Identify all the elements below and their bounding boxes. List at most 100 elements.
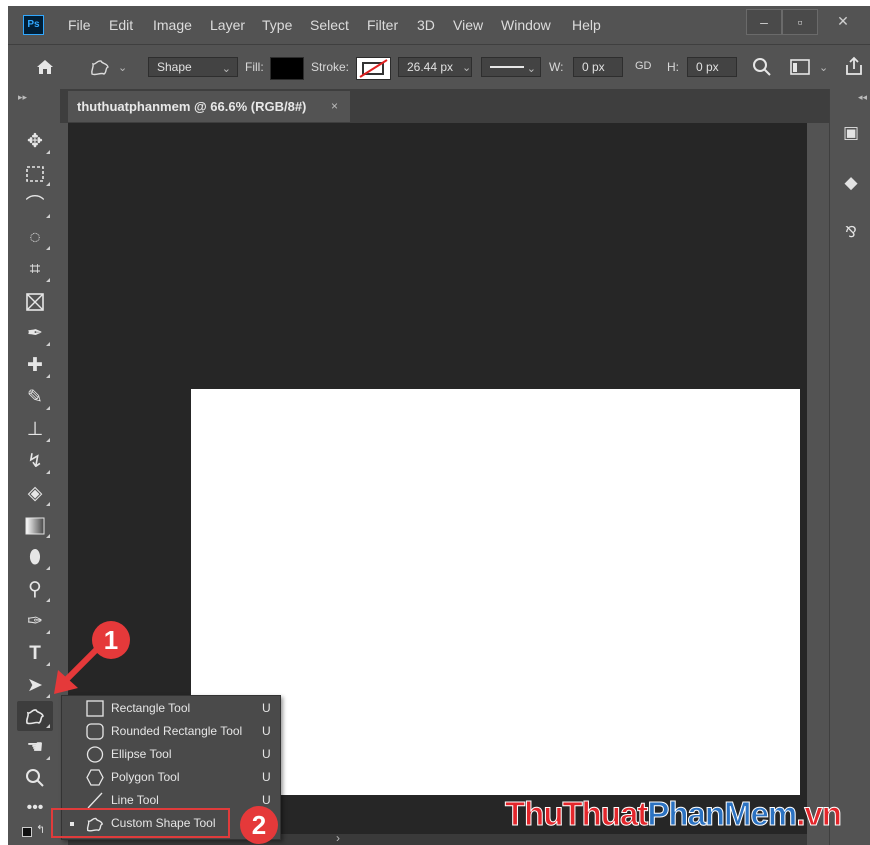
flyout-item-ellipse[interactable]: Ellipse Tool U [62, 743, 280, 766]
eraser-icon: ◈ [27, 483, 43, 504]
callout-badge-2: 2 [240, 806, 278, 844]
history-brush-tool[interactable]: ↯ [17, 447, 53, 477]
mode-select[interactable]: Shape ⌄ [148, 57, 238, 77]
watermark-part-1: Thu [504, 795, 564, 833]
dodge-tool[interactable]: ⚲ [17, 575, 53, 605]
flyout-item-rectangle[interactable]: Rectangle Tool U [62, 697, 280, 720]
workspace-icon[interactable] [790, 58, 810, 76]
blur-tool[interactable]: ⬮ [17, 543, 53, 573]
flyout-item-polygon[interactable]: Polygon Tool U [62, 766, 280, 789]
hand-icon: ☚ [26, 737, 44, 758]
layers-icon[interactable]: ◆ [840, 172, 862, 194]
lasso-tool[interactable]: ⌒ [17, 191, 53, 221]
swap-colors-icon[interactable]: ↰ [36, 823, 45, 836]
watermark-part-4: .vn [796, 795, 843, 833]
type-tool[interactable]: T [17, 639, 53, 669]
callout-badge-1: 1 [92, 621, 130, 659]
brush-tool[interactable]: ✎ [17, 383, 53, 413]
drop-icon: ⬮ [29, 547, 41, 568]
chevron-down-icon: ⌄ [221, 63, 231, 75]
link-icon[interactable]: GD [635, 60, 652, 72]
zoom-tool[interactable] [17, 763, 53, 793]
document-tab-title: thuthuatphanmem @ 66.6% (RGB/8#) [77, 99, 307, 114]
hand-tool[interactable]: ☚ [17, 733, 53, 763]
collapse-arrows-icon[interactable]: ◂◂ [858, 92, 867, 103]
crop-tool[interactable]: ⌗ [17, 255, 53, 285]
pen-tool[interactable]: ✑ [17, 607, 53, 637]
search-icon[interactable] [752, 57, 772, 77]
frame-tool[interactable] [17, 287, 53, 317]
share-icon[interactable] [844, 56, 864, 76]
marquee-icon [26, 166, 44, 182]
expand-arrows-icon[interactable]: ▸▸ [18, 92, 27, 103]
menu-type[interactable]: Type [262, 17, 292, 33]
menu-help[interactable]: Help [572, 17, 601, 33]
restore-button[interactable]: ▫ [782, 9, 818, 35]
default-colors-icon[interactable] [22, 827, 32, 837]
rounded-rectangle-icon [86, 723, 104, 740]
scroll-right-icon[interactable]: › [336, 831, 340, 845]
photoshop-logo: Ps [23, 15, 44, 35]
solid-line-icon [490, 66, 524, 68]
bandage-icon: ✚ [27, 355, 43, 376]
eraser-tool[interactable]: ◈ [17, 479, 53, 509]
custom-shape-preset-icon[interactable] [88, 56, 112, 78]
eyedropper-tool[interactable]: ✒ [17, 319, 53, 349]
pen-icon: ✑ [27, 611, 43, 632]
healing-brush-tool[interactable]: ✚ [17, 351, 53, 381]
gradient-icon [25, 517, 45, 535]
menu-3d[interactable]: 3D [417, 17, 435, 33]
brush-icon: ✎ [27, 387, 43, 408]
history-brush-icon: ↯ [27, 451, 43, 472]
path-selection-tool[interactable]: ➤ [17, 671, 53, 701]
marquee-tool[interactable] [17, 159, 53, 189]
chevron-down-icon[interactable]: ⌄ [118, 61, 127, 74]
zoom-icon [26, 769, 44, 787]
clone-stamp-tool[interactable]: ⊥ [17, 415, 53, 445]
edit-toolbar-button[interactable]: ••• [17, 793, 53, 823]
document-tab[interactable]: thuthuatphanmem @ 66.6% (RGB/8#) × [68, 91, 350, 122]
menu-edit[interactable]: Edit [109, 17, 133, 33]
menu-view[interactable]: View [453, 17, 483, 33]
close-tab-icon[interactable]: × [331, 91, 338, 122]
toolbar-header: ▸▸ [8, 89, 60, 123]
frame-icon [26, 293, 44, 311]
tools-panel: ✥ ⌒ ◌ ⌗ ✒ ✚ ✎ ⊥ ↯ ◈ ⬮ ⚲ ✑ T ➤ ☚ ••• ↰ [8, 123, 60, 845]
close-button[interactable]: ✕ [818, 9, 868, 33]
stroke-label: Stroke: [311, 60, 350, 74]
menu-filter[interactable]: Filter [367, 17, 398, 33]
chevron-down-icon[interactable]: ⌄ [462, 61, 471, 74]
stroke-size-value: 26.44 px [407, 60, 454, 74]
minimize-button[interactable]: ‒ [746, 9, 782, 35]
custom-shape-highlight-box [51, 808, 230, 838]
menu-layer[interactable]: Layer [210, 17, 245, 33]
gradient-tool[interactable] [17, 511, 53, 541]
menu-select[interactable]: Select [310, 17, 349, 33]
crop-icon: ⌗ [29, 259, 41, 280]
custom-shape-icon [25, 709, 44, 725]
lasso-icon: ⌒ [25, 195, 45, 216]
document-canvas[interactable] [191, 389, 800, 795]
width-input[interactable]: 0 px [573, 57, 623, 77]
stroke-swatch[interactable] [356, 57, 391, 80]
stroke-type-select[interactable]: ⌄ [481, 57, 541, 77]
fill-swatch[interactable] [270, 57, 304, 80]
custom-shape-tool[interactable] [17, 701, 53, 731]
move-tool[interactable]: ✥ [17, 127, 53, 157]
chevron-down-icon[interactable]: ⌄ [819, 61, 828, 74]
menu-file[interactable]: File [68, 17, 91, 33]
no-color-icon [359, 59, 388, 78]
home-icon[interactable] [35, 57, 55, 77]
history-icon[interactable]: ⅋ [840, 222, 862, 244]
menu-image[interactable]: Image [153, 17, 192, 33]
height-input[interactable]: 0 px [687, 57, 737, 77]
polygon-icon [86, 769, 104, 786]
libraries-icon[interactable]: ▣ [840, 122, 862, 144]
move-icon: ✥ [27, 131, 43, 152]
menu-window[interactable]: Window [501, 17, 551, 33]
chevron-down-icon: ⌄ [526, 63, 536, 75]
flyout-item-rounded-rectangle[interactable]: Rounded Rectangle Tool U [62, 720, 280, 743]
rectangle-icon [86, 700, 104, 717]
quick-selection-tool[interactable]: ◌ [17, 223, 53, 253]
stroke-size-input[interactable]: 26.44 px [398, 57, 472, 77]
